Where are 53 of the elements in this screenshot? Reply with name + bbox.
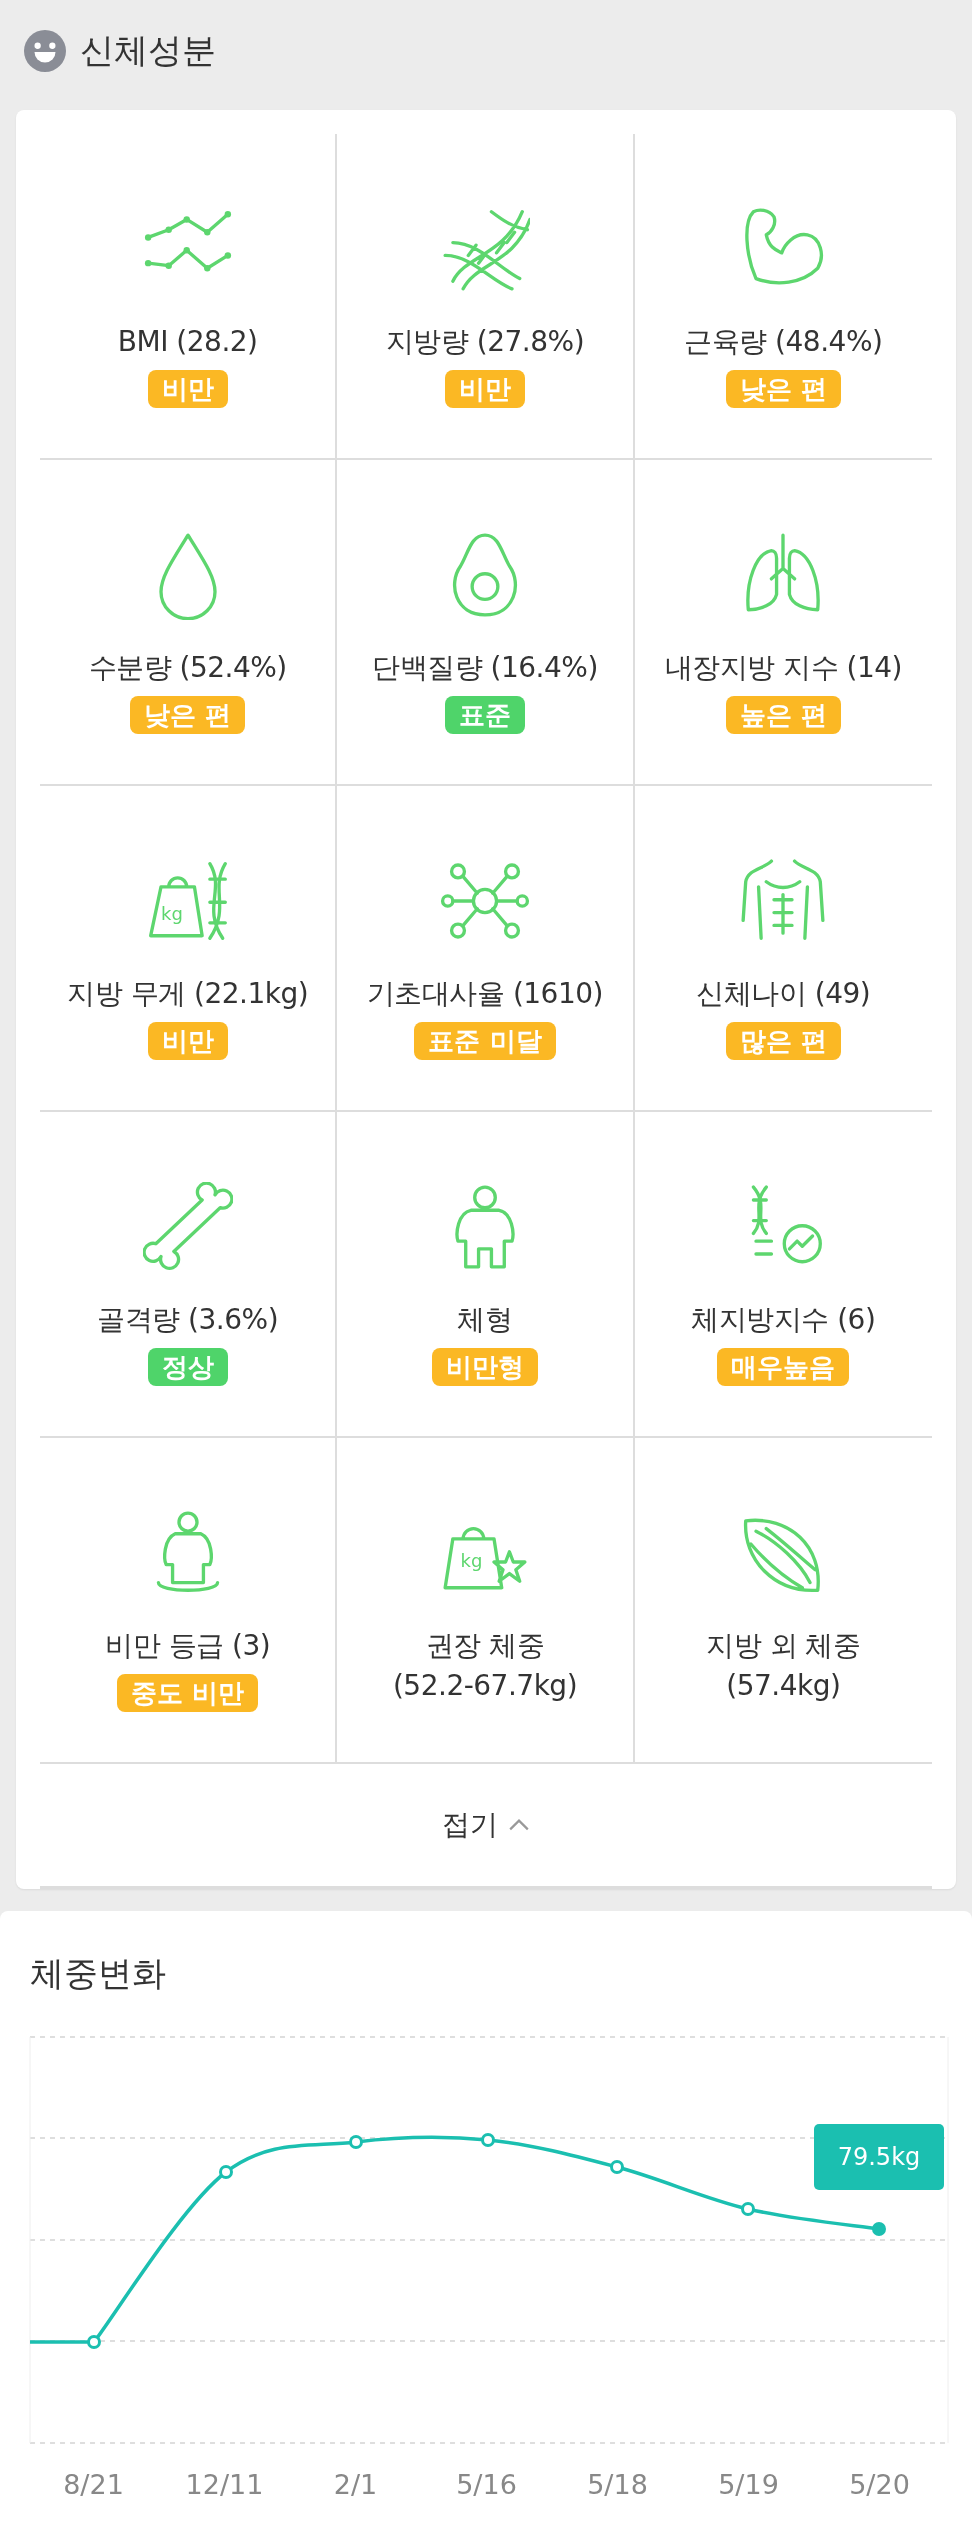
metric-label: 권장 체중 <box>425 1628 545 1664</box>
data-point <box>219 2165 233 2179</box>
status-badge: 낮은 편 <box>130 696 246 734</box>
axis-label: 5/20 <box>849 2469 910 2500</box>
metric-value: (52.2-67.7kg) <box>392 1668 578 1704</box>
metric-label: 비만 등급 (3) <box>105 1628 271 1664</box>
metric-label: 근육량 (48.4%) <box>684 324 883 360</box>
metric-label: 내장지방 지수 (14) <box>664 650 902 686</box>
metric-label: 지방량 (27.8%) <box>385 324 585 360</box>
data-point <box>741 2202 755 2216</box>
metric-label: 지방 무게 (22.1kg) <box>67 976 309 1012</box>
axis-label: 5/18 <box>587 2469 648 2500</box>
metric-value: (57.4kg) <box>726 1668 841 1704</box>
collapse-button[interactable]: 접기 <box>436 1800 536 1850</box>
axis-label: 12/11 <box>185 2469 264 2500</box>
status-badge: 많은 편 <box>725 1022 841 1060</box>
status-badge: 정상 <box>147 1348 228 1386</box>
metric-label: 단백질량 (16.4%) <box>372 650 598 686</box>
metric-label: 기초대사율 (1610) <box>367 976 603 1012</box>
metric-label: BMI (28.2) <box>117 324 258 360</box>
axis-label: 2/1 <box>333 2469 378 2500</box>
data-point <box>349 2135 363 2149</box>
data-point <box>610 2160 624 2174</box>
status-badge: 표준 미달 <box>414 1022 556 1060</box>
metric-label: 골격량 (3.6%) <box>97 1302 279 1338</box>
status-badge: 매우높음 <box>717 1348 850 1386</box>
metric-label: 체지방지수 (6) <box>691 1302 876 1338</box>
axis-label: 8/21 <box>63 2469 124 2500</box>
value-tooltip: 79.5kg <box>814 2124 944 2190</box>
data-point <box>87 2335 101 2349</box>
status-badge: 비만 <box>445 370 525 408</box>
status-badge: 높은 편 <box>725 696 841 734</box>
status-badge: 표준 <box>445 696 525 734</box>
status-badge: 비만 <box>147 370 228 408</box>
icon-caption: kg <box>160 903 183 925</box>
status-badge: 비만형 <box>432 1348 538 1386</box>
smiley-icon <box>24 30 66 72</box>
data-point <box>481 2133 495 2147</box>
section-title: 신체성분 <box>80 29 216 72</box>
axis-label: 5/19 <box>718 2469 779 2500</box>
icon-caption: kg <box>460 1550 483 1572</box>
metric-label: 수분량 (52.4%) <box>88 650 287 686</box>
status-badge: 낮은 편 <box>725 370 841 408</box>
bone-icon <box>142 1182 233 1272</box>
status-badge: 비만 <box>147 1022 228 1060</box>
chart-title: 체중변화 <box>29 1952 167 1995</box>
metric-label: 지방 외 체중 <box>706 1628 861 1664</box>
selected-data-point <box>872 2222 886 2236</box>
metric-label: 체형 <box>457 1302 513 1338</box>
metric-label: 신체나이 (49) <box>696 976 871 1012</box>
status-badge: 중도 비만 <box>117 1674 259 1712</box>
caret-up-icon <box>508 1818 530 1832</box>
axis-label: 5/16 <box>456 2469 517 2500</box>
